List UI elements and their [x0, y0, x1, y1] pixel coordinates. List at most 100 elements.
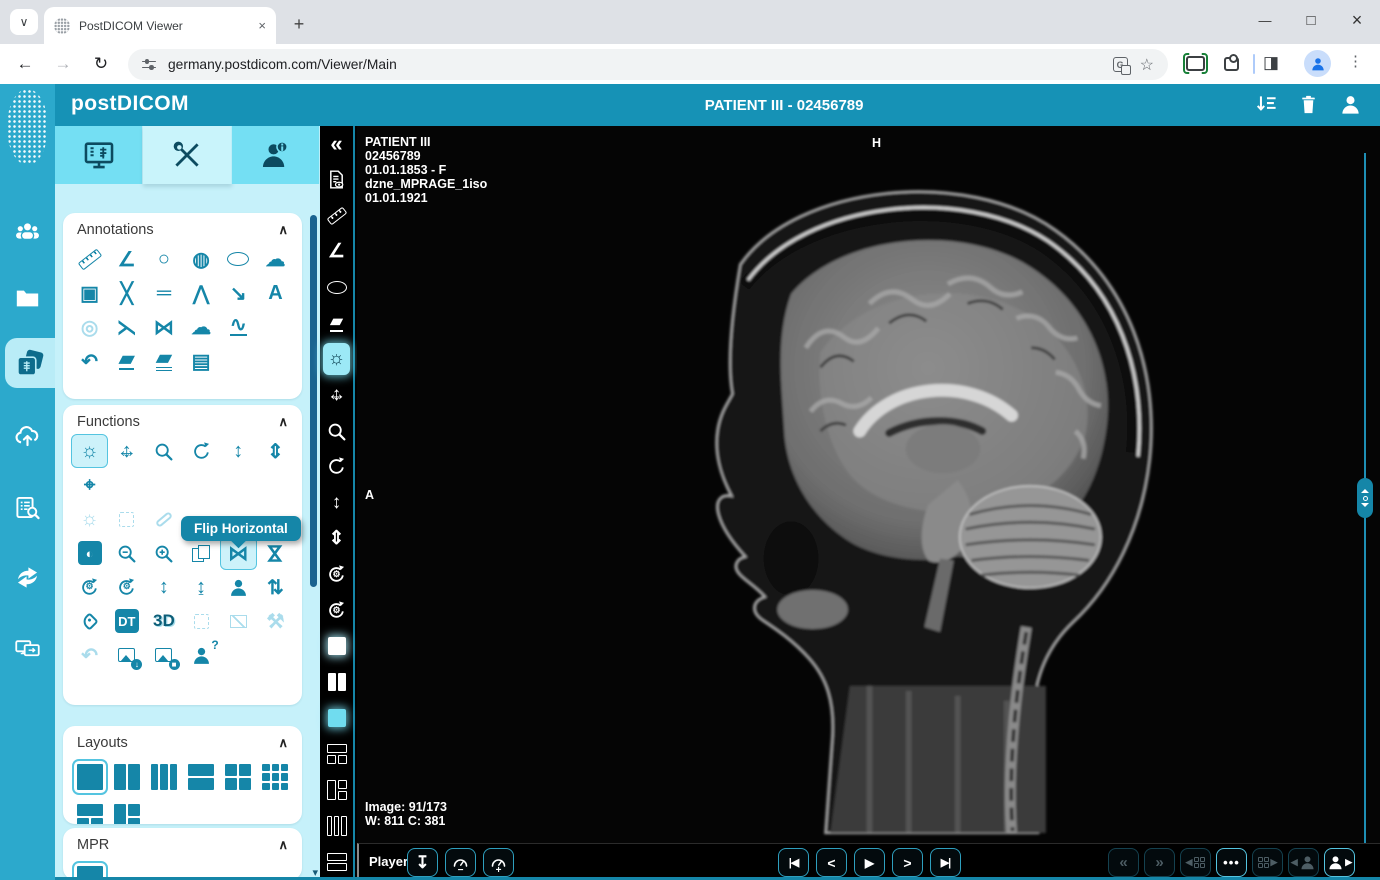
fn-sort-updown[interactable]: ⇅ — [257, 570, 294, 604]
next-patient-button[interactable]: ▶ — [1324, 848, 1355, 877]
layout-2x2[interactable] — [220, 757, 257, 797]
layout-3x3[interactable] — [257, 757, 294, 797]
tool-spline[interactable]: ∿ — [220, 310, 257, 344]
forward-button[interactable]: → — [50, 51, 76, 77]
qt-zoom-icon[interactable] — [320, 413, 353, 449]
qt-rotate-icon[interactable] — [320, 449, 353, 485]
qt-window-level-icon[interactable]: ☼ — [323, 343, 350, 376]
fn-flip-page[interactable] — [183, 536, 220, 570]
nav-upload-icon[interactable] — [0, 413, 55, 457]
sort-download-icon[interactable] — [1255, 93, 1278, 116]
tool-freehand[interactable]: ☁ — [257, 242, 294, 276]
extensions-icon[interactable] — [1224, 53, 1239, 71]
url-text[interactable]: germany.postdicom.com/Viewer/Main — [168, 57, 1101, 72]
nav-patients-icon[interactable] — [0, 210, 55, 254]
tool-text[interactable]: A — [257, 276, 294, 310]
mpr-collapse-icon[interactable]: ∧ — [278, 837, 288, 853]
tool-filled-circle[interactable]: ◍ — [183, 242, 220, 276]
close-window-button[interactable]: × — [1334, 0, 1380, 40]
collapse-panel-button[interactable]: « — [320, 126, 353, 162]
fn-pan[interactable]: ↔ ↕ — [108, 434, 145, 468]
tab-tools[interactable] — [143, 126, 232, 184]
report-view-icon[interactable] — [320, 162, 353, 198]
fn-export-image[interactable]: ↓ — [108, 638, 145, 672]
fn-save-image[interactable]: ■ — [145, 638, 182, 672]
annotations-collapse-icon[interactable]: ∧ — [278, 222, 288, 238]
qt-ruler-icon[interactable] — [320, 198, 353, 234]
panel-scrollbar-thumb[interactable] — [310, 215, 317, 587]
layouts-collapse-icon[interactable]: ∧ — [278, 735, 288, 751]
fn-zoom-out[interactable] — [108, 536, 145, 570]
functions-collapse-icon[interactable]: ∧ — [278, 414, 288, 430]
tool-cobb-angle[interactable]: ⋈ — [145, 310, 182, 344]
first-image-button[interactable]: |◀ — [778, 848, 809, 877]
tool-circle[interactable]: ○ — [145, 242, 182, 276]
nav-share-screen-icon[interactable] — [0, 626, 55, 670]
fn-dicom-tags[interactable]: DT — [108, 604, 145, 638]
bookmark-star-icon[interactable]: ☆ — [1140, 55, 1154, 75]
site-settings-icon[interactable] — [142, 59, 156, 70]
qt-layout-1top-2bottom[interactable] — [320, 736, 353, 772]
qt-ellipse-icon[interactable] — [320, 270, 353, 306]
fn-flip-vertical[interactable]: ⋈ — [257, 536, 294, 570]
play-direction-button[interactable]: ↧ — [407, 848, 438, 877]
tab-patient-info[interactable] — [231, 126, 320, 184]
fn-window-level[interactable]: ☼ — [71, 434, 109, 468]
series-list-button[interactable]: ••• — [1216, 848, 1247, 877]
back-button[interactable]: ← — [12, 51, 38, 77]
tool-rectangle[interactable]: ▣ — [71, 276, 108, 310]
layout-1x3[interactable] — [145, 757, 182, 797]
tab-close-icon[interactable]: × — [258, 18, 266, 33]
reload-button[interactable]: ↻ — [88, 51, 114, 77]
qt-eraser-icon[interactable]: ▰ — [320, 305, 353, 341]
fn-reset-window-level[interactable]: ⚙ — [108, 570, 145, 604]
nav-order-list-icon[interactable] — [0, 485, 55, 529]
tool-save-annotations[interactable]: ▤ — [183, 344, 220, 378]
tool-erase-all[interactable]: ▰ — [145, 344, 182, 378]
fn-reference-lines[interactable]: ⌖ — [71, 468, 108, 502]
layout-1x2[interactable] — [108, 757, 145, 797]
tool-parallel-lines[interactable]: ═ — [145, 276, 182, 310]
qt-layout-current[interactable] — [320, 700, 353, 736]
maximize-button[interactable]: □ — [1288, 0, 1334, 40]
fn-invert[interactable]: ◐ — [71, 536, 108, 570]
image-scroll-thumb[interactable] — [1357, 478, 1373, 518]
browser-tab[interactable]: PostDICOM Viewer × — [44, 7, 276, 44]
qt-reset-icon[interactable]: ⚙ — [320, 557, 353, 593]
side-panel-icon[interactable]: ◨ — [1263, 53, 1279, 73]
fn-reset[interactable]: ⚙ — [71, 570, 108, 604]
tool-ellipse[interactable] — [220, 242, 257, 276]
fn-stack-scroll[interactable]: ⇕ — [257, 434, 294, 468]
tool-open-angle[interactable]: ⋋ — [108, 310, 145, 344]
fn-collapse-vertical[interactable]: ↨ — [183, 570, 220, 604]
tool-cross[interactable]: ╳ — [108, 276, 145, 310]
tool-angle[interactable]: ∠ — [108, 242, 145, 276]
nav-viewer-icon[interactable] — [5, 338, 55, 388]
tool-erase[interactable]: ▰ — [108, 344, 145, 378]
tab-viewer-settings[interactable] — [55, 126, 144, 184]
qt-layout-1x3[interactable] — [320, 808, 353, 844]
fn-patient-query[interactable]: ? — [183, 638, 220, 672]
qt-layout-1x2[interactable] — [320, 664, 353, 700]
play-button[interactable]: ▶ — [854, 848, 885, 877]
image-canvas[interactable]: PATIENT III 02456789 01.01.1853 - F dzne… — [357, 126, 1380, 843]
qt-angle-icon[interactable]: ∠ — [320, 234, 353, 270]
fn-patient-orientation[interactable] — [220, 570, 257, 604]
fn-zoom[interactable] — [145, 434, 182, 468]
tab-search-button[interactable]: ∨ — [10, 9, 38, 35]
last-image-button[interactable]: ▶| — [930, 848, 961, 877]
qt-reset-wl-icon[interactable]: ⚙ — [320, 593, 353, 629]
user-account-icon[interactable] — [1339, 93, 1362, 116]
trash-icon[interactable] — [1297, 93, 1320, 116]
qt-layout-1left-2right[interactable] — [320, 772, 353, 808]
profile-avatar[interactable] — [1304, 50, 1331, 77]
fn-rotate[interactable] — [183, 434, 220, 468]
tool-arrow[interactable]: ↘ — [220, 276, 257, 310]
address-bar[interactable]: germany.postdicom.com/Viewer/Main G ☆ — [128, 49, 1168, 80]
next-image-button[interactable]: > — [892, 848, 923, 877]
previous-image-button[interactable]: < — [816, 848, 847, 877]
tool-polyline[interactable]: ⋀ — [183, 276, 220, 310]
qt-layout-1x1-active[interactable] — [320, 628, 353, 664]
nav-folders-icon[interactable] — [0, 276, 55, 320]
translate-icon[interactable]: G — [1112, 57, 1131, 75]
